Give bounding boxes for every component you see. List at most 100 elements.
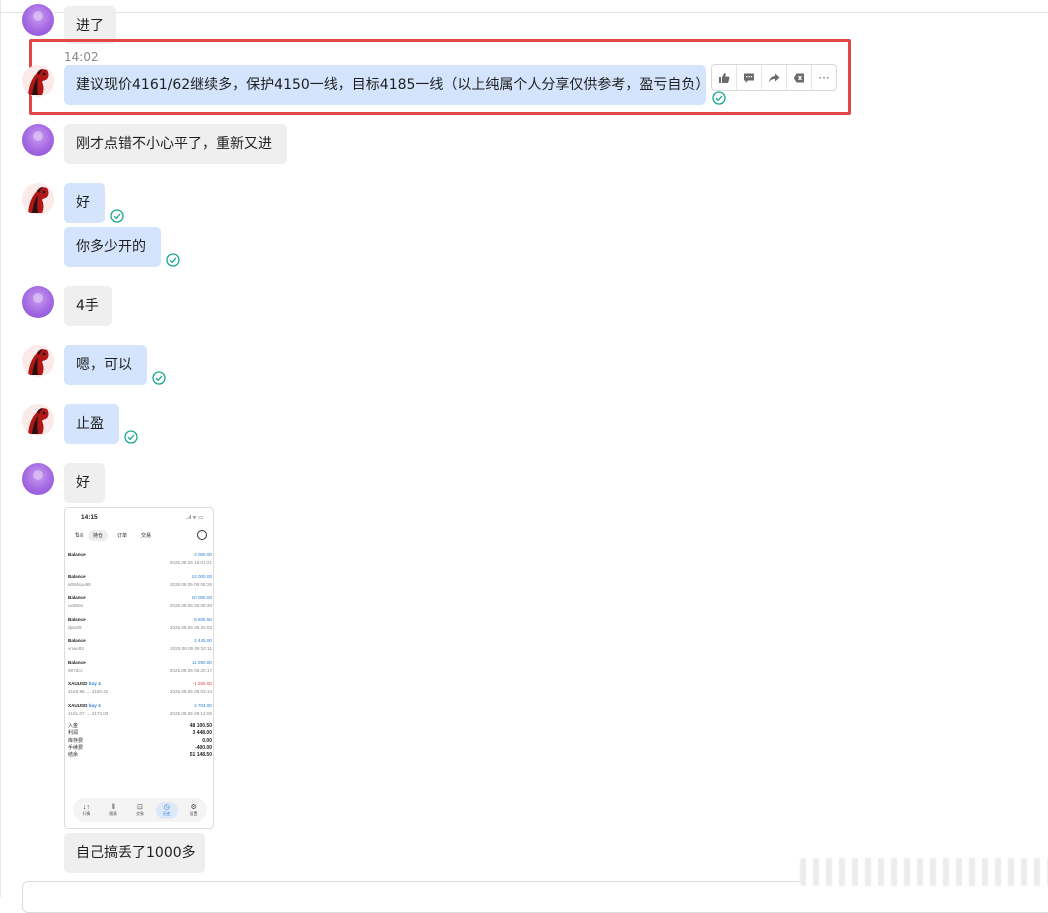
row-subtitle: a08dsuu98 — [68, 581, 91, 587]
forward-icon[interactable] — [762, 65, 787, 90]
row-value: 3 445.00 — [194, 638, 212, 643]
message-bubble-other[interactable]: 好 — [64, 463, 105, 503]
summary-label: 结余 — [68, 752, 79, 759]
phone-nav-icon: ◷ — [163, 803, 170, 811]
avatar-me[interactable] — [22, 404, 54, 436]
recall-icon[interactable] — [787, 65, 812, 90]
row-subtitle: dpw28 — [68, 624, 82, 630]
row-value: 4 704.00 — [194, 702, 212, 708]
row-value: -1 256.00 — [192, 681, 212, 686]
history-row: XAUUSD buy 4 4163.98 → 4160.42 -1 256.00 20… — [68, 681, 212, 699]
avatar-other[interactable] — [22, 4, 54, 36]
phone-tab-bar: ⇅≡ 持仓 订单 交易 — [70, 528, 210, 542]
row-title: Balance — [68, 573, 86, 579]
message-bubble-me[interactable]: 嗯，可以 — [64, 345, 147, 385]
message-bubble-me[interactable]: 建议现价4161/62继续多，保护4150一线，目标4185一线（以上纯属个人分… — [64, 65, 709, 105]
message-bubble-me[interactable]: 你多少开的 — [64, 227, 161, 267]
summary-value: 0.00 — [202, 737, 212, 744]
row-date: 2025.08.05 06:08:30 — [169, 603, 212, 608]
row-title: Balance — [68, 659, 86, 665]
history-row: Balance ux68ee 10 000.00 2025.08.05 06:08:3… — [68, 595, 212, 613]
history-row: Balance dpw28 8 605.50 2025.08.06 06:20:03 — [68, 617, 212, 635]
summary-label: 入金 — [68, 723, 79, 729]
phone-nav-label: 交易 — [136, 811, 144, 816]
like-icon[interactable] — [712, 65, 737, 90]
top-divider — [0, 12, 1048, 13]
phone-nav-label: 设置 — [189, 811, 198, 816]
phone-bottom-nav: ↓↑ 行情 ⫴ 图表 ⊡ 交易 ◷ 历史 ⚙ 设置 — [73, 798, 207, 822]
row-title: XAUUSD buy 4 — [68, 681, 101, 686]
summary-value: -400.00 — [195, 744, 212, 751]
phone-tab: 订单 — [117, 532, 128, 539]
row-value: 8 605.50 — [194, 616, 212, 622]
phone-nav-label: 行情 — [82, 811, 91, 816]
comment-icon[interactable] — [737, 65, 762, 90]
row-title: Balance — [68, 638, 86, 643]
read-check-icon — [152, 371, 166, 385]
message-timestamp: 14:02 — [64, 50, 99, 64]
history-row: Balance 987dcc 11 050.00 2025.08.05 06:20:1… — [68, 660, 212, 678]
row-subtitle: ux68ee — [68, 603, 84, 608]
summary-value: 48 100.50 — [189, 723, 212, 729]
phone-status-icons: ..ıl ᯤ ▭ — [185, 515, 203, 521]
avatar-other[interactable] — [22, 286, 54, 318]
horse-avatar-icon — [28, 69, 49, 95]
menu-icon: ⇅≡ — [74, 532, 84, 539]
summary-value: 3 448.00 — [192, 730, 212, 737]
phone-nav-icon: ↓↑ — [82, 803, 90, 811]
phone-nav-icon: ⊡ — [137, 803, 143, 811]
row-title: Balance — [68, 595, 86, 600]
history-row: Balance vnwu93 3 445.00 2025.08.05 06:20:11 — [68, 638, 212, 656]
read-check-icon — [166, 253, 180, 267]
row-date: 2025.08.06 06:20:03 — [169, 624, 212, 630]
avatar-other[interactable] — [22, 124, 54, 156]
history-row: Balance 3 000.00 2025.08.04 16:01:21 — [68, 552, 212, 570]
row-title: Balance — [68, 552, 86, 557]
row-value: 3 000.00 — [194, 552, 212, 557]
row-date: 2025.08.05 06:08:26 — [169, 581, 212, 587]
phone-nav-item: ◷ 历史 — [155, 801, 178, 819]
phone-nav-label: 历史 — [162, 811, 171, 816]
row-date: 2025.08.05 06:20:11 — [170, 646, 212, 651]
phone-nav-item: ⚙ 设置 — [183, 804, 205, 817]
message-bubble-other[interactable]: 4手 — [64, 286, 112, 326]
phone-nav-icon: ⫴ — [111, 803, 115, 811]
phone-nav-item: ⫴ 图表 — [102, 804, 124, 817]
message-bubble-me[interactable]: 好 — [64, 183, 105, 223]
read-check-icon — [110, 209, 124, 223]
message-action-toolbar: ··· — [711, 64, 837, 91]
row-subtitle: 4161.07 → 4173.03 — [68, 710, 109, 716]
row-date: 2025.08.04 16:01:21 — [169, 560, 212, 565]
row-subtitle: 987dcc — [68, 667, 83, 673]
row-buy-label: buy 4 — [87, 702, 101, 708]
row-title: XAUUSD buy 4 — [68, 702, 101, 708]
phone-nav-item: ↓↑ 行情 — [75, 804, 97, 817]
image-message[interactable]: 14:15 ..ıl ᯤ ▭ ⇅≡ 持仓 订单 交易 Balance 3 000.… — [64, 507, 214, 829]
row-date: 2025.08.05 09:03:14 — [169, 689, 212, 694]
message-bubble-other[interactable]: 自己搞丢了1000多 — [64, 833, 205, 873]
avatar-me[interactable] — [22, 65, 54, 97]
history-clock-icon — [197, 530, 207, 540]
message-bubble-other[interactable]: 刚才点错不小心平了，重新又进 — [64, 124, 287, 164]
row-value: 12 000.00 — [191, 573, 212, 579]
horse-avatar-icon — [28, 408, 49, 434]
summary-label: 库存费 — [68, 737, 84, 744]
horse-avatar-icon — [28, 187, 49, 213]
horse-avatar-icon — [28, 349, 49, 375]
phone-tab: 持仓 — [88, 529, 109, 541]
row-value: 11 050.00 — [191, 659, 212, 665]
phone-nav-item: ⊡ 交易 — [129, 804, 151, 817]
read-check-icon — [124, 430, 138, 444]
summary-label: 手续费 — [68, 744, 84, 751]
message-bubble-me[interactable]: 止盈 — [64, 404, 119, 444]
more-icon[interactable]: ··· — [812, 65, 836, 90]
row-subtitle: vnwu93 — [68, 646, 84, 651]
left-divider — [0, 0, 1, 897]
read-check-icon — [712, 91, 726, 105]
avatar-other[interactable] — [22, 463, 54, 495]
summary-label: 利润 — [68, 730, 79, 737]
avatar-me[interactable] — [22, 183, 54, 215]
avatar-me[interactable] — [22, 345, 54, 377]
row-date: 2025.08.05 09:14:05 — [169, 710, 212, 716]
history-row: Balance a08dsuu98 12 000.00 2025.08.05 06:0… — [68, 574, 212, 592]
